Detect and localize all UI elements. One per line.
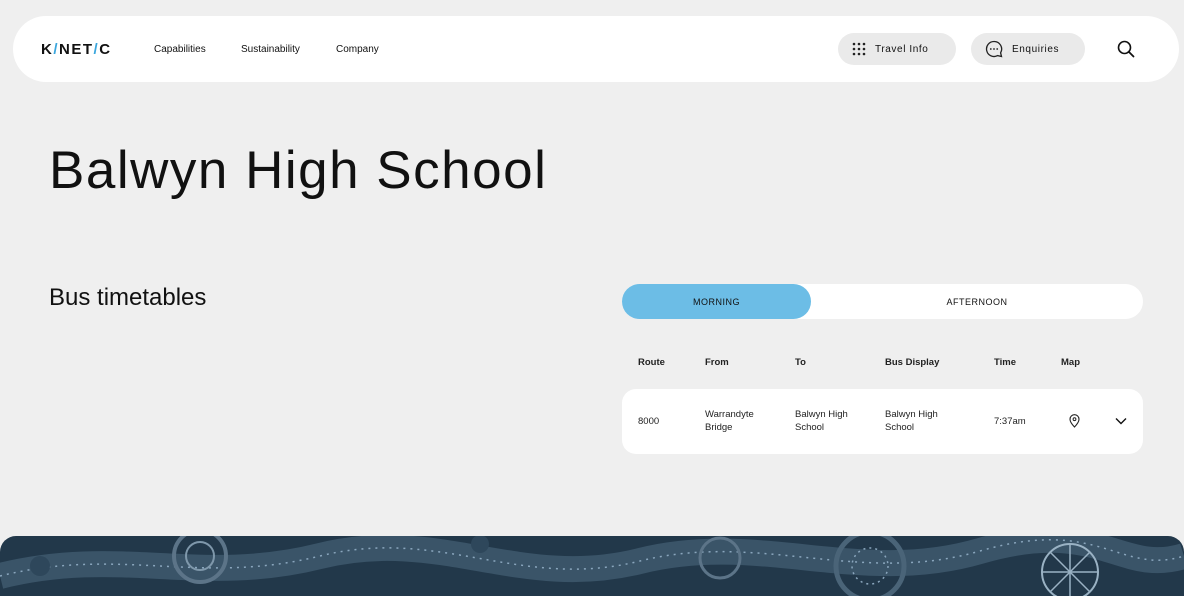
- column-header-from: From: [705, 357, 729, 368]
- time-cell: 7:37am: [994, 416, 1026, 427]
- indigenous-artwork-pattern: [0, 536, 1184, 596]
- tab-afternoon[interactable]: AFTERNOON: [811, 284, 1143, 319]
- table-row[interactable]: 8000 Warrandyte Bridge Balwyn High Schoo…: [622, 389, 1143, 454]
- grid-icon: [852, 42, 866, 56]
- page-title: Balwyn High School: [49, 141, 548, 200]
- travel-info-button[interactable]: Travel Info: [838, 33, 956, 65]
- enquiries-label: Enquiries: [1012, 43, 1060, 55]
- chevron-down-icon[interactable]: [1115, 416, 1127, 429]
- column-header-bus-display: Bus Display: [885, 357, 940, 368]
- nav-link-company[interactable]: Company: [336, 44, 379, 55]
- nav-link-capabilities[interactable]: Capabilities: [154, 44, 206, 55]
- section-title: Bus timetables: [49, 284, 207, 311]
- bus-display-cell: Balwyn High School: [885, 409, 938, 433]
- column-header-route: Route: [638, 357, 665, 368]
- column-header-time: Time: [994, 357, 1017, 368]
- map-pin-icon[interactable]: [1069, 414, 1080, 432]
- to-cell: Balwyn High School: [795, 409, 848, 433]
- column-header-to: To: [795, 357, 806, 368]
- nav-link-sustainability[interactable]: Sustainability: [241, 44, 300, 55]
- period-toggle: MORNING AFTERNOON: [622, 284, 1143, 319]
- top-nav: K/NET/C Capabilities Sustainability Comp…: [13, 16, 1179, 82]
- route-cell: 8000: [638, 416, 660, 427]
- search-icon[interactable]: [1117, 40, 1135, 58]
- travel-info-label: Travel Info: [875, 43, 929, 55]
- from-cell: Warrandyte Bridge: [705, 409, 754, 433]
- chat-icon: [985, 40, 1003, 58]
- column-header-map: Map: [1061, 357, 1080, 368]
- kinetic-logo[interactable]: K/NET/C: [41, 41, 112, 58]
- footer-artwork: [0, 536, 1184, 596]
- enquiries-button[interactable]: Enquiries: [971, 33, 1085, 65]
- tab-morning[interactable]: MORNING: [622, 284, 811, 319]
